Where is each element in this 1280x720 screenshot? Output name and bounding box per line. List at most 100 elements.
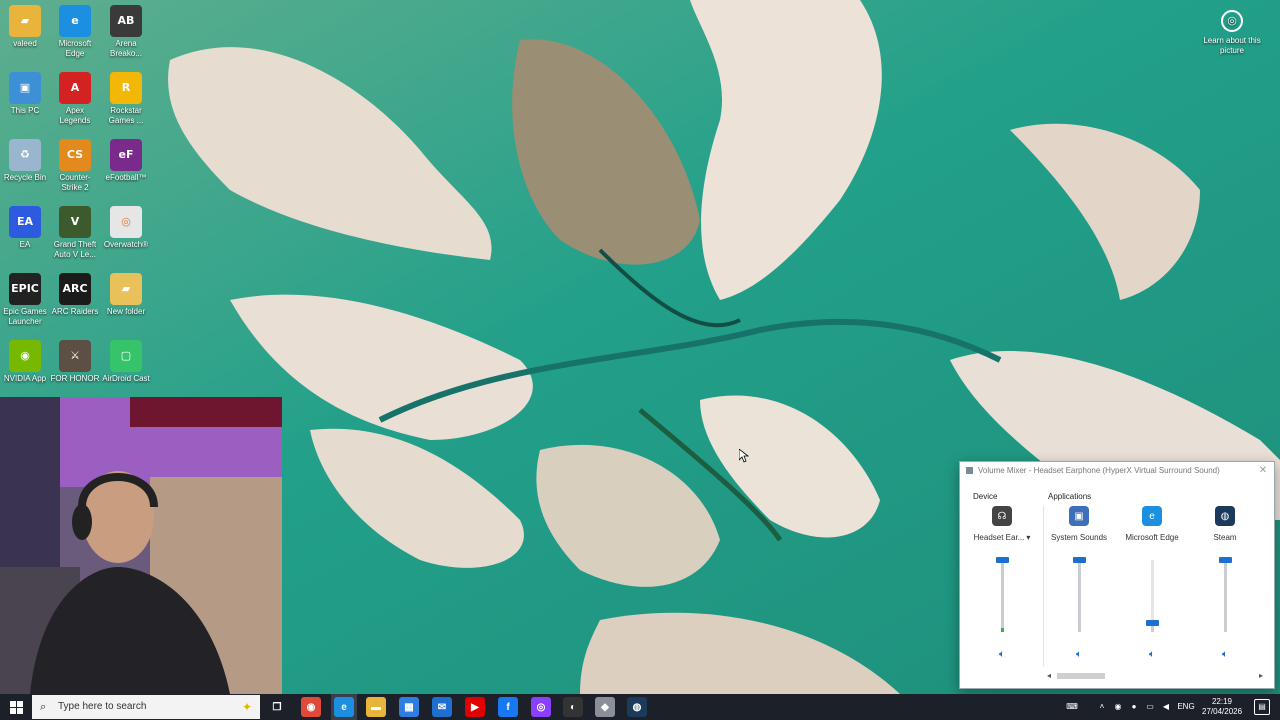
- mute-speaker-icon[interactable]: 🔈︎: [1145, 649, 1159, 661]
- shield-icon[interactable]: ◆: [595, 697, 615, 717]
- mail-icon[interactable]: ✉: [432, 697, 452, 717]
- desktop-icon-label: valeed: [13, 39, 37, 48]
- recycle-bin-icon: ♻: [9, 139, 41, 171]
- horizontal-scrollbar[interactable]: ◂ ▸: [1047, 671, 1263, 680]
- microphone-icon[interactable]: ●: [1128, 694, 1140, 720]
- desktop-icon[interactable]: A Apex Legends: [50, 72, 100, 126]
- headset-icon[interactable]: ☊: [992, 506, 1012, 526]
- scroll-thumb[interactable]: [1057, 673, 1105, 679]
- column-label: Microsoft Edge: [1117, 533, 1187, 542]
- notification-icon[interactable]: ▤: [1254, 699, 1270, 715]
- ea-icon: EA: [9, 206, 41, 238]
- efootball-icon: eF: [110, 139, 142, 171]
- steam-icon[interactable]: ◍: [627, 697, 647, 717]
- desktop-icon[interactable]: ▰ valeed: [0, 5, 50, 49]
- desktop-icon[interactable]: V Grand Theft Auto V Le...: [50, 206, 100, 260]
- mixer-title: Volume Mixer - Headset Earphone (HyperX …: [978, 466, 1220, 475]
- computer-icon: ▣: [9, 72, 41, 104]
- rockstar-icon: R: [110, 72, 142, 104]
- desktop-icon[interactable]: CS Counter-Strike 2: [50, 139, 100, 193]
- volume-slider-fill: [1001, 560, 1004, 632]
- epic-games-icon: EPIC: [9, 273, 41, 305]
- camera-tray-icon[interactable]: ◉: [1112, 694, 1124, 720]
- microsoft-store-icon[interactable]: ▦: [399, 697, 419, 717]
- desktop-icon-label: Grand Theft Auto V Le...: [53, 240, 97, 259]
- language-indicator[interactable]: ENG: [1176, 694, 1196, 720]
- desktop-icon[interactable]: ▰ New folder: [101, 273, 151, 317]
- desktop-icon[interactable]: ▢ AirDroid Cast: [101, 340, 151, 384]
- volume-slider[interactable]: [1146, 560, 1159, 632]
- volume-slider-thumb[interactable]: [1219, 557, 1232, 563]
- desktop-icon-label: ARC Raiders: [51, 307, 99, 316]
- youtube-icon[interactable]: ▶: [465, 697, 485, 717]
- edge-icon[interactable]: e: [334, 697, 354, 717]
- desktop-icon[interactable]: ⚔ FOR HONOR: [50, 340, 100, 384]
- volume-slider-fill: [1078, 560, 1081, 632]
- camera-icon: ◎: [1221, 10, 1243, 32]
- applications-heading: Applications: [1048, 492, 1092, 501]
- scroll-left-icon[interactable]: ◂: [1047, 671, 1051, 680]
- search-placeholder: Type here to search: [58, 701, 147, 712]
- mixer-titlebar[interactable]: Volume Mixer - Headset Earphone (HyperX …: [960, 462, 1274, 479]
- obs-icon[interactable]: ◐: [563, 697, 583, 717]
- edge-icon[interactable]: e: [1142, 506, 1162, 526]
- file-explorer-icon[interactable]: ▬: [366, 697, 386, 717]
- desktop-icon-label: Epic Games Launcher: [3, 307, 47, 326]
- volume-icon[interactable]: ◀: [1160, 694, 1172, 720]
- desktop-icon[interactable]: R Rockstar Games ...: [101, 72, 151, 126]
- facebook-icon[interactable]: f: [498, 697, 518, 717]
- mute-speaker-icon[interactable]: 🔈︎: [995, 649, 1009, 661]
- desktop-icon[interactable]: EA EA: [0, 206, 50, 250]
- volume-slider-thumb[interactable]: [1146, 620, 1159, 626]
- task-view-icon[interactable]: ❐: [267, 697, 287, 717]
- column-label-text: System Sounds: [1050, 533, 1108, 542]
- desktop-icon[interactable]: eF eFootball™: [101, 139, 151, 183]
- desktop-icon[interactable]: ♻ Recycle Bin: [0, 139, 50, 183]
- volume-slider[interactable]: [1219, 557, 1232, 632]
- mute-speaker-icon[interactable]: 🔈︎: [1072, 649, 1086, 661]
- steam-icon[interactable]: ◍: [1215, 506, 1235, 526]
- learn-about-picture[interactable]: ◎ Learn about this picture: [1202, 10, 1262, 56]
- column-label: Steam: [1190, 533, 1260, 542]
- chrome-icon[interactable]: ◉: [301, 697, 321, 717]
- network-icon[interactable]: ▭: [1144, 694, 1156, 720]
- system-sounds-icon[interactable]: ▣: [1069, 506, 1089, 526]
- edge-icon: e: [59, 5, 91, 37]
- volume-slider[interactable]: [996, 557, 1009, 632]
- close-button[interactable]: ✕: [1256, 462, 1270, 479]
- desktop-icon[interactable]: ▣ This PC: [0, 72, 50, 116]
- volume-mixer-window: Volume Mixer - Headset Earphone (HyperX …: [959, 461, 1275, 689]
- volume-slider-fill: [1224, 560, 1227, 632]
- webcam-overlay: [0, 397, 282, 694]
- taskbar-search[interactable]: ⌕ Type here to search ✦: [32, 695, 260, 719]
- start-button[interactable]: [0, 694, 32, 720]
- mute-speaker-icon[interactable]: 🔈︎: [1218, 649, 1232, 661]
- desktop-icon[interactable]: AB Arena Breako...: [101, 5, 151, 59]
- desktop-icon-label: Apex Legends: [59, 106, 91, 125]
- learn-about-label: Learn about this picture: [1203, 36, 1261, 55]
- column-label[interactable]: Headset Ear... ▾: [967, 533, 1037, 542]
- app-column: e Microsoft Edge 🔈︎: [1117, 506, 1187, 676]
- keyboard-icon[interactable]: ⌨: [1064, 694, 1080, 720]
- speaker-icon: [966, 467, 973, 474]
- desktop-icon[interactable]: ◉ NVIDIA App: [0, 340, 50, 384]
- desktop-icon[interactable]: e Microsoft Edge: [50, 5, 100, 59]
- desktop-icon-label: EA: [19, 240, 31, 249]
- arena-breakout-icon: AB: [110, 5, 142, 37]
- messenger-icon[interactable]: ◎: [531, 697, 551, 717]
- clock[interactable]: 22:19 27/04/2026: [1202, 697, 1242, 717]
- desktop-icon-label: Overwatch®: [103, 240, 149, 249]
- for-honor-icon: ⚔: [59, 340, 91, 372]
- volume-slider-thumb[interactable]: [996, 557, 1009, 563]
- desktop-icon[interactable]: ARC ARC Raiders: [50, 273, 100, 317]
- chevron-down-icon[interactable]: ▾: [1026, 533, 1030, 542]
- chevron-up-icon[interactable]: ˄: [1096, 694, 1108, 720]
- scroll-right-icon[interactable]: ▸: [1259, 671, 1263, 680]
- volume-slider[interactable]: [1073, 557, 1086, 632]
- desktop-icon[interactable]: ◎ Overwatch®: [101, 206, 151, 250]
- desktop-icon-label: NVIDIA App: [3, 374, 47, 383]
- volume-slider-thumb[interactable]: [1073, 557, 1086, 563]
- windows-icon: [9, 700, 23, 714]
- clock-time: 22:19: [1211, 697, 1233, 706]
- desktop-icon[interactable]: EPIC Epic Games Launcher: [0, 273, 50, 327]
